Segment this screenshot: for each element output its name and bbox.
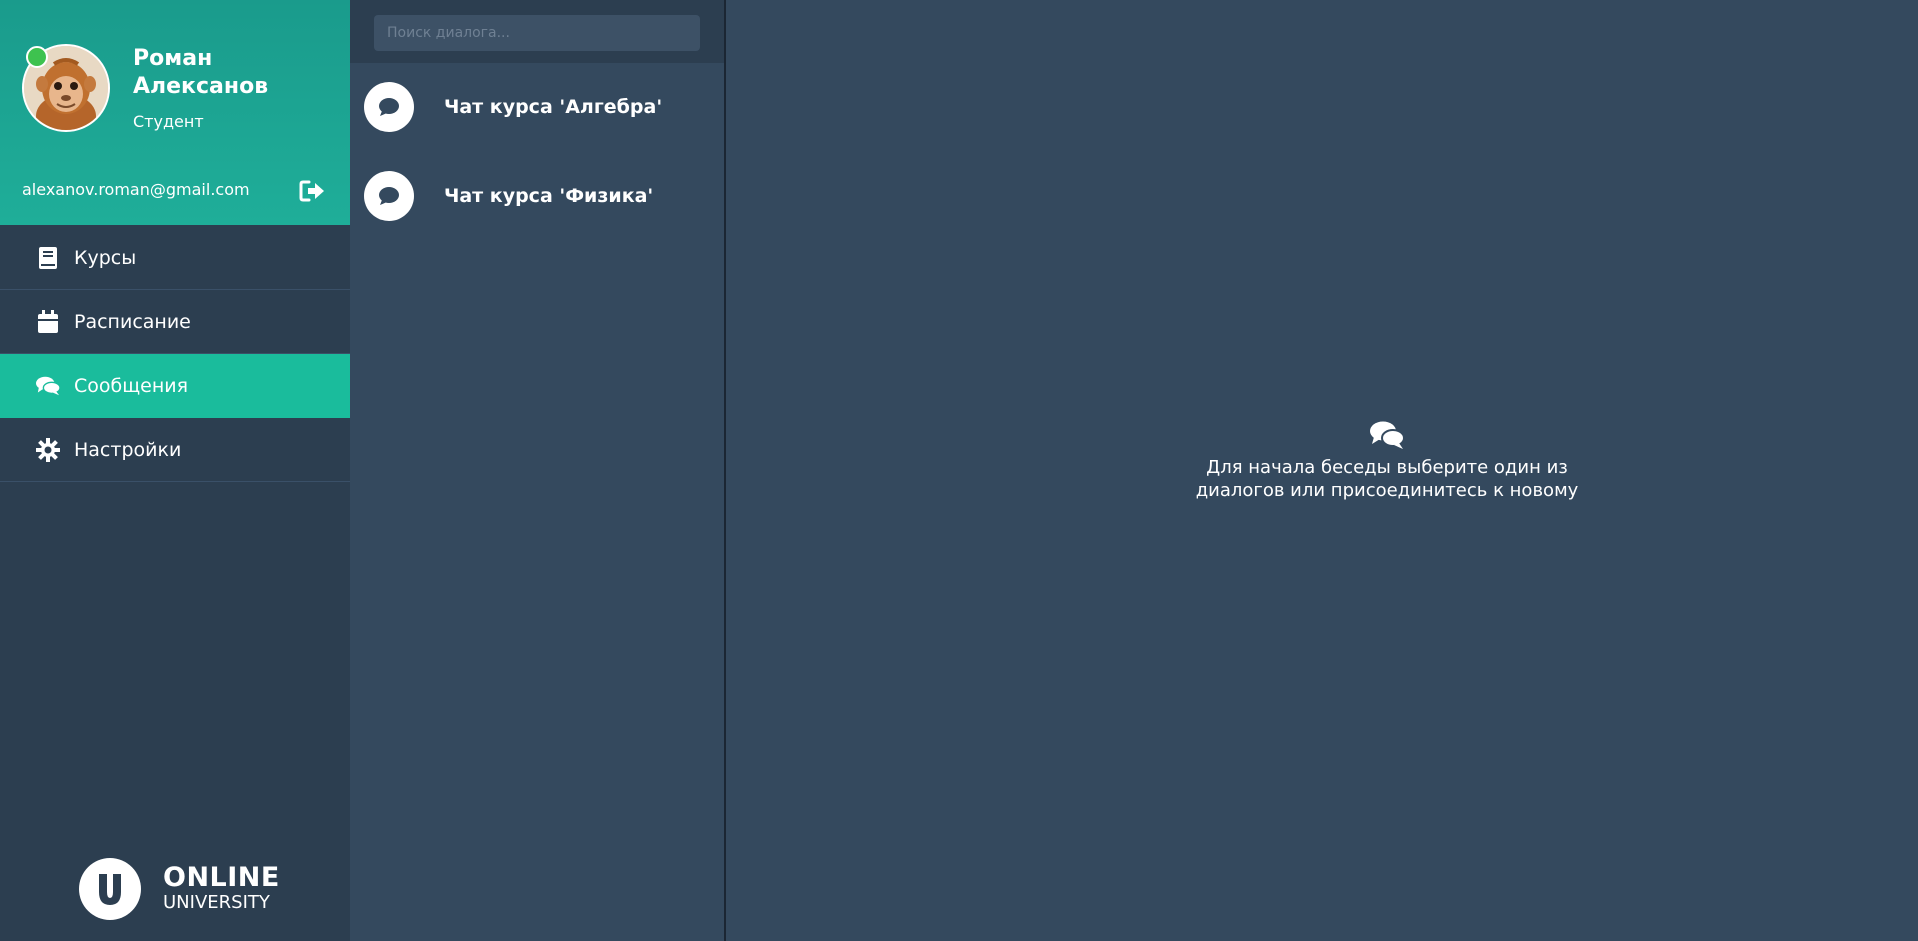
brand-logo-block[interactable]: ONLINE UNIVERSITY <box>79 858 280 920</box>
sidebar: Роман Алексанов Студент alexanov.roman@g… <box>0 0 350 941</box>
online-status-indicator <box>26 46 48 68</box>
profile-card: Роман Алексанов Студент alexanov.roman@g… <box>0 0 350 225</box>
nav-item-schedule[interactable]: Расписание <box>0 290 350 354</box>
user-role: Студент <box>133 112 204 131</box>
dialog-title: Чат курса 'Алгебра' <box>444 96 663 118</box>
dialog-search-input[interactable] <box>374 15 700 51</box>
nav-label: Курсы <box>74 246 137 269</box>
nav-label: Сообщения <box>74 374 189 397</box>
avatar-container <box>22 44 110 132</box>
brand-text: ONLINE UNIVERSITY <box>163 864 280 914</box>
brand-name-line2: UNIVERSITY <box>163 892 270 913</box>
dialog-title: Чат курса 'Физика' <box>444 185 654 207</box>
dialog-search-bar <box>350 0 724 63</box>
chat-bubble-icon <box>364 171 414 221</box>
empty-conversation-state: Для начала беседы выберите один из диало… <box>1126 420 1648 502</box>
nav-item-messages[interactable]: Сообщения <box>0 354 350 418</box>
dialog-item-algebra[interactable]: Чат курса 'Алгебра' <box>350 63 724 151</box>
university-logo-icon <box>79 858 141 920</box>
brand-name-line1: ONLINE <box>163 862 280 893</box>
main-navigation: Курсы Расписание Сообщения Настройки <box>0 226 350 482</box>
user-name: Роман Алексанов <box>133 46 269 99</box>
comments-icon <box>1370 421 1405 449</box>
nav-item-courses[interactable]: Курсы <box>0 226 350 290</box>
gear-icon <box>36 437 60 462</box>
logout-icon[interactable] <box>299 179 325 203</box>
user-email: alexanov.roman@gmail.com <box>22 180 250 199</box>
dialogs-panel: Чат курса 'Алгебра' Чат курса 'Физика' <box>350 0 726 941</box>
dialog-item-physics[interactable]: Чат курса 'Физика' <box>350 152 724 240</box>
nav-item-settings[interactable]: Настройки <box>0 418 350 482</box>
book-icon <box>36 246 60 270</box>
chat-bubble-icon <box>364 82 414 132</box>
nav-label: Расписание <box>74 310 191 333</box>
calendar-icon <box>36 309 60 334</box>
conversation-area: Для начала беседы выберите один из диало… <box>726 0 1918 941</box>
comments-icon <box>36 374 60 398</box>
empty-state-message: Для начала беседы выберите один из диало… <box>1195 457 1579 501</box>
nav-label: Настройки <box>74 438 182 461</box>
